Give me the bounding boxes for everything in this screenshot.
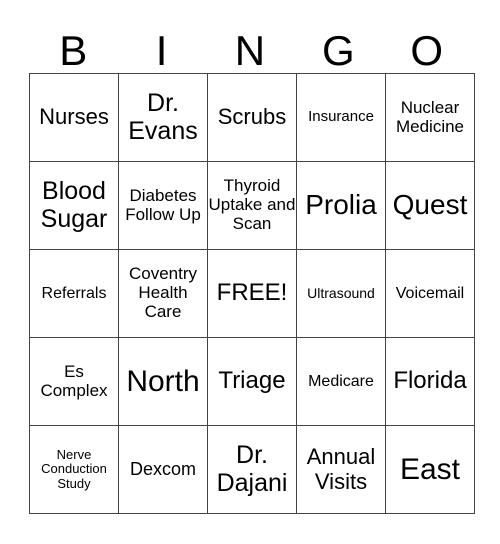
header-letter-g: G bbox=[322, 27, 355, 74]
bingo-cell[interactable]: Diabetes Follow Up bbox=[118, 161, 208, 250]
bingo-cell[interactable]: Nurses bbox=[29, 73, 119, 162]
bingo-cell[interactable]: Dr. Dajani bbox=[207, 425, 297, 514]
bingo-row: Nerve Conduction Study Dexcom Dr. Dajani… bbox=[29, 425, 475, 514]
bingo-card: Nurses Dr. Evans Scrubs Insurance Nuclea… bbox=[29, 73, 475, 514]
bingo-cell[interactable]: Quest bbox=[385, 161, 475, 250]
bingo-cell[interactable]: Triage bbox=[207, 337, 297, 426]
bingo-cell[interactable]: Insurance bbox=[296, 73, 386, 162]
bingo-cell[interactable]: Dr. Evans bbox=[118, 73, 208, 162]
bingo-cell[interactable]: Es Complex bbox=[29, 337, 119, 426]
bingo-cell[interactable]: Medicare bbox=[296, 337, 386, 426]
bingo-cell[interactable]: Blood Sugar bbox=[29, 161, 119, 250]
bingo-cell[interactable]: Prolia bbox=[296, 161, 386, 250]
header-letter-n: N bbox=[234, 27, 266, 74]
free-space[interactable]: FREE! bbox=[207, 249, 297, 338]
bingo-cell[interactable]: Ultrasound bbox=[296, 249, 386, 338]
bingo-cell[interactable]: North bbox=[118, 337, 208, 426]
bingo-cell[interactable]: Florida bbox=[385, 337, 475, 426]
bingo-cell[interactable]: Dexcom bbox=[118, 425, 208, 514]
bingo-cell[interactable]: Nuclear Medicine bbox=[385, 73, 475, 162]
header-letter-i: I bbox=[155, 27, 168, 74]
bingo-cell[interactable]: Nerve Conduction Study bbox=[29, 425, 119, 514]
bingo-row: Blood Sugar Diabetes Follow Up Thyroid U… bbox=[29, 161, 475, 250]
bingo-cell[interactable]: Coventry Health Care bbox=[118, 249, 208, 338]
bingo-cell[interactable]: Scrubs bbox=[207, 73, 297, 162]
bingo-row: Referrals Coventry Health Care FREE! Ult… bbox=[29, 249, 475, 338]
bingo-cell[interactable]: Annual Visits bbox=[296, 425, 386, 514]
header-letter-b: B bbox=[59, 27, 88, 74]
bingo-row: Nurses Dr. Evans Scrubs Insurance Nuclea… bbox=[29, 73, 475, 162]
header-letter-o: O bbox=[410, 27, 444, 74]
bingo-row: Es Complex North Triage Medicare Florida bbox=[29, 337, 475, 426]
bingo-cell[interactable]: East bbox=[385, 425, 475, 514]
bingo-cell[interactable]: Voicemail bbox=[385, 249, 475, 338]
bingo-cell[interactable]: Thyroid Uptake and Scan bbox=[207, 161, 297, 250]
bingo-header: B I N G O bbox=[29, 30, 471, 72]
bingo-cell[interactable]: Referrals bbox=[29, 249, 119, 338]
